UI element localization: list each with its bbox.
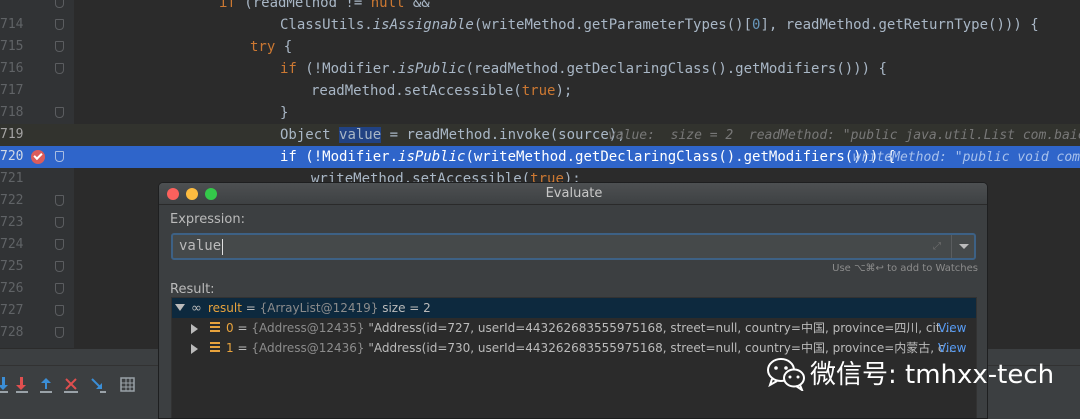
fold-marker-icon[interactable] (55, 0, 64, 8)
fold-marker-icon[interactable] (55, 261, 64, 272)
line-number: 715 (0, 39, 24, 54)
collapse-arrow-icon[interactable] (175, 304, 185, 311)
line-number: 725 (0, 259, 24, 274)
expand-arrow-icon[interactable] (191, 344, 198, 354)
fold-marker-icon[interactable] (55, 107, 64, 118)
dialog-titlebar[interactable]: Evaluate (159, 183, 987, 205)
fold-marker-icon[interactable] (55, 327, 64, 338)
watch-result-icon: ∞ (191, 301, 202, 316)
result-root-node[interactable]: ∞ result = {ArrayList@12419} size = 2 (172, 298, 976, 318)
result-label: Result: (170, 282, 215, 297)
line-number: 722 (0, 193, 24, 208)
line-number: 719 (0, 127, 24, 142)
result-node-text: result = {ArrayList@12419} size = 2 (208, 301, 431, 315)
fold-marker-icon[interactable] (55, 217, 64, 228)
code-line-717[interactable]: 717 readMethod.setAccessible(true); (0, 80, 1080, 102)
breakpoint-icon[interactable] (31, 150, 45, 164)
code-line-715[interactable]: 715 try { (0, 36, 1080, 58)
drop-frame-icon[interactable] (64, 377, 80, 393)
fold-marker-icon[interactable] (55, 239, 64, 250)
field-icon (210, 322, 220, 333)
code-text: readMethod.setAccessible(true); (311, 83, 573, 99)
code-text: ClassUtils.isAssignable(writeMethod.getP… (280, 17, 1039, 33)
evaluate-expression-icon[interactable] (120, 377, 136, 393)
expression-label: Expression: (170, 212, 245, 227)
fold-marker-icon[interactable] (55, 195, 64, 206)
history-dropdown-icon[interactable] (959, 244, 969, 249)
line-number: 716 (0, 61, 24, 76)
expression-field[interactable]: ⤢ (171, 233, 976, 260)
inline-debug-value: writeMethod: "public void com. (853, 150, 1080, 165)
code-text: } (280, 105, 289, 121)
step-into-icon[interactable] (16, 377, 32, 393)
code-text: if (!Modifier.isPublic(writeMethod.getDe… (280, 149, 896, 165)
line-number: 723 (0, 215, 24, 230)
step-out-icon[interactable] (40, 377, 56, 393)
view-link[interactable]: View (938, 318, 966, 338)
line-number: 717 (0, 83, 24, 98)
line-number: 721 (0, 171, 24, 186)
code-line-714[interactable]: 714 ClassUtils.isAssignable(writeMethod.… (0, 14, 1080, 36)
fold-marker-icon[interactable] (55, 19, 64, 30)
field-icon (210, 342, 220, 353)
fold-marker-icon[interactable] (55, 283, 64, 294)
code-line-716[interactable]: 716 if (!Modifier.isPublic(readMethod.ge… (0, 58, 1080, 80)
expand-editor-icon[interactable]: ⤢ (933, 241, 944, 252)
watermark-text: 微信号: tmhxx-tech (810, 360, 1055, 390)
fold-marker-icon[interactable] (55, 41, 64, 52)
dialog-title: Evaluate (545, 186, 603, 201)
line-number: 728 (0, 325, 24, 340)
line-number: 726 (0, 281, 24, 296)
step-over-icon[interactable] (0, 377, 12, 393)
add-to-watches-hint: Use ⌥⌘↩ to add to Watches (832, 263, 978, 274)
code-text: if (readMethod != null && (219, 0, 430, 11)
inline-debug-value: value: size = 2 readMethod: "public java… (608, 128, 1080, 143)
text-caret (222, 239, 223, 255)
expression-input[interactable] (179, 238, 919, 254)
run-to-cursor-icon[interactable] (90, 377, 106, 393)
fold-marker-icon[interactable] (55, 305, 64, 316)
code-line-720-execution-point[interactable]: 720 if (!Modifier.isPublic(writeMethod.g… (0, 146, 1080, 168)
line-number: 718 (0, 105, 24, 120)
line-number: 714 (0, 17, 24, 32)
dropdown-divider (951, 235, 952, 258)
line-number: 720 (0, 149, 24, 164)
fold-marker-icon[interactable] (55, 151, 64, 162)
code-text: if (!Modifier.isPublic(readMethod.getDec… (280, 61, 887, 77)
result-node-text: 0 = {Address@12435} "Address(id=727, use… (226, 321, 953, 335)
fold-marker-icon[interactable] (55, 63, 64, 74)
code-line-719[interactable]: 719 Object value = readMethod.invoke(sou… (0, 124, 1080, 146)
line-number: 724 (0, 237, 24, 252)
result-child-node[interactable]: 0 = {Address@12435} "Address(id=727, use… (172, 318, 976, 338)
line-number: 727 (0, 303, 24, 318)
code-line-718[interactable]: 718 } (0, 102, 1080, 124)
code-text: Object value = readMethod.invoke(source)… (280, 127, 626, 143)
expand-arrow-icon[interactable] (191, 324, 198, 334)
code-line-713[interactable]: if (readMethod != null && (0, 0, 1080, 14)
wechat-icon (767, 358, 805, 391)
code-text: try { (250, 39, 293, 55)
